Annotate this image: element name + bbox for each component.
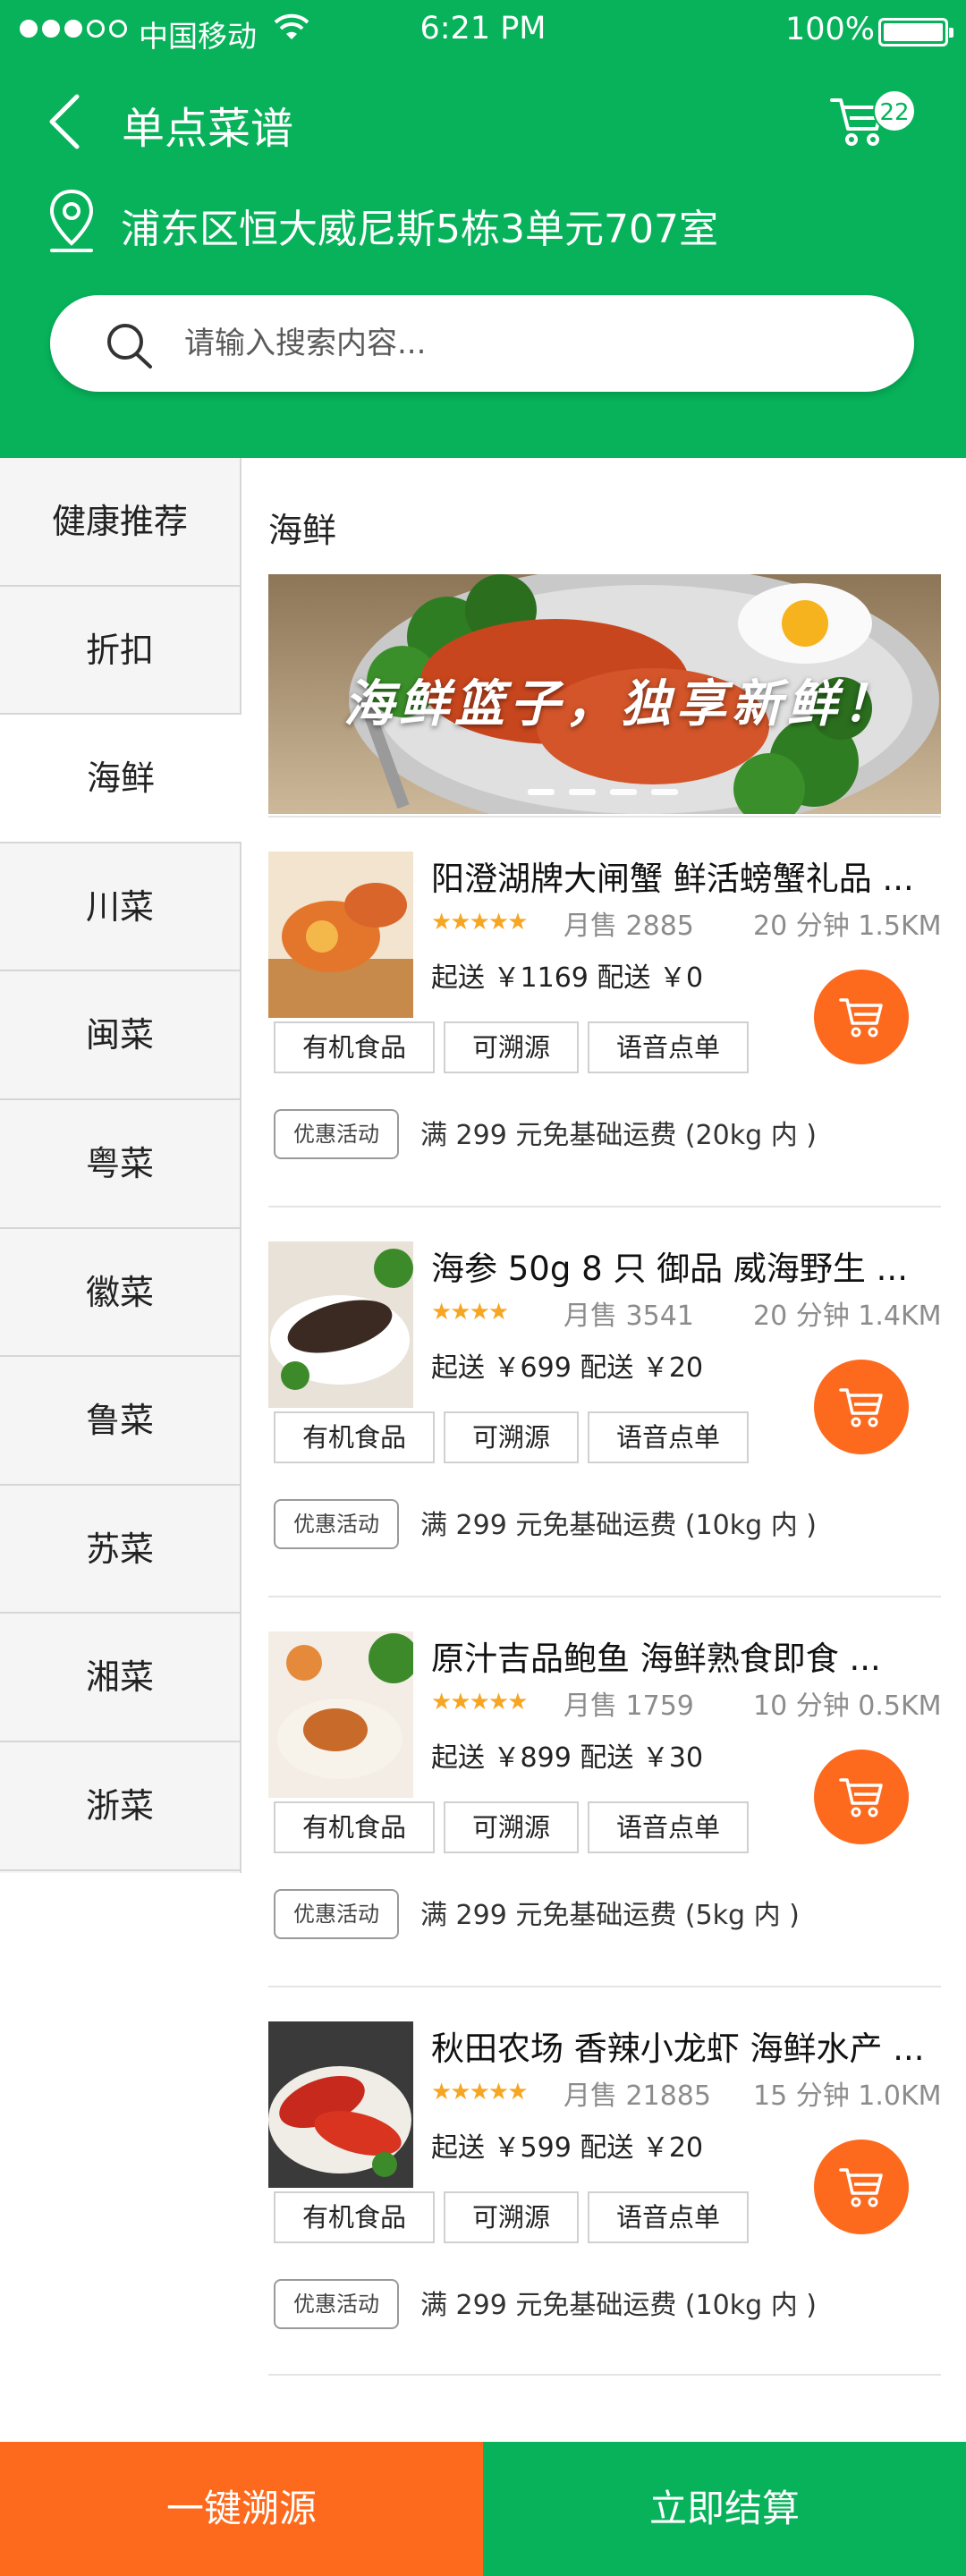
battery-percent: 100% <box>785 12 876 47</box>
monthly-sales: 月售 1759 <box>564 1690 694 1722</box>
tag-traceable: 可溯源 <box>444 2191 580 2243</box>
checkout-button[interactable]: 立即结算 <box>483 2442 966 2576</box>
cart-icon <box>839 1388 883 1428</box>
delivery-eta: 20 分钟 1.5KM <box>753 911 942 942</box>
carousel-dot <box>651 789 678 795</box>
promo-text: 满 299 元免基础运费 (5kg 内 ) <box>420 1900 800 1931</box>
delivery-eta: 20 分钟 1.4KM <box>753 1301 942 1332</box>
tag-voice-order: 语音点单 <box>588 1411 750 1463</box>
rating-stars: ★★★★★ <box>431 1689 529 1716</box>
promo-badge: 优惠活动 <box>274 2279 399 2329</box>
sidebar-item-徽菜[interactable]: 徽菜 <box>0 1229 240 1358</box>
product-card[interactable]: 原汁吉品鲍鱼 海鲜熟食即食 ... ★★★★★ 月售 1759 10 分钟 0.… <box>268 1596 942 1986</box>
banner-slogan: 海鲜篮子，独享新鲜！ <box>343 674 898 733</box>
tag-organic: 有机食品 <box>274 1801 436 1853</box>
sidebar-item-海鲜[interactable]: 海鲜 <box>0 715 242 843</box>
cart-count-badge[interactable]: 22 <box>873 89 916 132</box>
sidebar-item-粤菜[interactable]: 粤菜 <box>0 1100 240 1229</box>
product-name: 原汁吉品鲍鱼 海鲜熟食即食 ... <box>431 1640 881 1678</box>
delivery-eta: 10 分钟 0.5KM <box>753 1690 942 1722</box>
header: 中国移动 6:21 PM 100% 单点菜谱 22 浦东区恒大威尼斯5栋3单元7… <box>0 0 966 458</box>
page-title: 单点菜谱 <box>122 104 294 154</box>
price-info: 起送 ￥699 配送 ￥20 <box>431 1352 704 1384</box>
delivery-address[interactable]: 浦东区恒大威尼斯5栋3单元707室 <box>0 179 966 268</box>
product-tags: 有机食品 可溯源 语音点单 <box>274 1411 750 1463</box>
cart-icon <box>839 998 883 1038</box>
product-name: 阳澄湖牌大闸蟹 鲜活螃蟹礼品 ... <box>431 860 914 898</box>
carousel-indicator <box>528 789 678 795</box>
promo-badge: 优惠活动 <box>274 1889 399 1939</box>
search-bar[interactable] <box>50 295 914 392</box>
product-card[interactable]: 海参 50g 8 只 御品 威海野生 ... ★★★★ 月售 3541 20 分… <box>268 1206 942 1596</box>
product-name: 秋田农场 香辣小龙虾 海鲜水产 ... <box>431 2029 925 2068</box>
tag-organic: 有机食品 <box>274 1411 436 1463</box>
section-title: 海鲜 <box>268 511 337 550</box>
price-info: 起送 ￥1169 配送 ￥0 <box>431 962 704 994</box>
price-info: 起送 ￥899 配送 ￥30 <box>431 1742 704 1774</box>
delivery-eta: 15 分钟 1.0KM <box>753 2080 942 2112</box>
nav-bar: 单点菜谱 22 <box>0 72 966 170</box>
cart-icon <box>839 1778 883 1818</box>
tag-traceable: 可溯源 <box>444 1021 580 1073</box>
tag-organic: 有机食品 <box>274 2191 436 2243</box>
add-to-cart-button[interactable] <box>814 1750 909 1844</box>
address-text: 浦东区恒大威尼斯5栋3单元707室 <box>121 207 718 252</box>
tag-traceable: 可溯源 <box>444 1801 580 1853</box>
product-tags: 有机食品 可溯源 语音点单 <box>274 2191 750 2243</box>
trace-button[interactable]: 一键溯源 <box>0 2442 483 2576</box>
promo-banner[interactable]: 海鲜篮子，独享新鲜！ <box>268 574 941 814</box>
sidebar-item-折扣[interactable]: 折扣 <box>0 587 240 716</box>
product-card[interactable]: 秋田农场 香辣小龙虾 海鲜水产 ... ★★★★★ 月售 21885 15 分钟… <box>268 1986 942 2376</box>
add-to-cart-button[interactable] <box>814 1360 909 1454</box>
add-to-cart-button[interactable] <box>814 970 909 1064</box>
tag-voice-order: 语音点单 <box>588 2191 750 2243</box>
rating-stars: ★★★★★ <box>431 909 529 936</box>
promo-text: 满 299 元免基础运费 (10kg 内 ) <box>420 2290 817 2321</box>
search-icon <box>107 324 152 369</box>
product-image-crab <box>268 852 413 1018</box>
bottom-action-bar: 一键溯源 立即结算 <box>0 2442 966 2576</box>
product-list: 阳澄湖牌大闸蟹 鲜活螃蟹礼品 ... ★★★★★ 月售 2885 20 分钟 1… <box>268 816 942 2376</box>
rating-stars: ★★★★ <box>431 1299 509 1326</box>
tag-voice-order: 语音点单 <box>588 1021 750 1073</box>
product-image-crayfish <box>268 2021 413 2188</box>
promo-badge: 优惠活动 <box>274 1499 399 1549</box>
sidebar-item-川菜[interactable]: 川菜 <box>0 843 240 972</box>
carousel-dot <box>610 789 637 795</box>
sidebar-item-鲁菜[interactable]: 鲁菜 <box>0 1357 240 1486</box>
tag-organic: 有机食品 <box>274 1021 436 1073</box>
battery-level <box>884 23 943 41</box>
product-image-sea-cucumber <box>268 1241 413 1408</box>
sidebar-item-闽菜[interactable]: 闽菜 <box>0 971 240 1100</box>
product-image-abalone <box>268 1631 413 1798</box>
location-pin-icon <box>49 189 94 252</box>
sidebar-item-浙菜[interactable]: 浙菜 <box>0 1742 240 1871</box>
monthly-sales: 月售 3541 <box>564 1301 694 1332</box>
back-arrow-icon[interactable] <box>39 89 93 154</box>
product-name: 海参 50g 8 只 御品 威海野生 ... <box>431 1250 908 1288</box>
monthly-sales: 月售 2885 <box>564 911 694 942</box>
product-tags: 有机食品 可溯源 语音点单 <box>274 1801 750 1853</box>
product-tags: 有机食品 可溯源 语音点单 <box>274 1021 750 1073</box>
category-sidebar: 健康推荐 折扣 海鲜 川菜 闽菜 粤菜 徽菜 鲁菜 苏菜 湘菜 浙菜 <box>0 458 242 1873</box>
sidebar-item-苏菜[interactable]: 苏菜 <box>0 1486 240 1614</box>
rating-stars: ★★★★★ <box>431 2079 529 2106</box>
monthly-sales: 月售 21885 <box>564 2080 711 2112</box>
promo-text: 满 299 元免基础运费 (20kg 内 ) <box>420 1120 817 1151</box>
tag-voice-order: 语音点单 <box>588 1801 750 1853</box>
carousel-dot <box>569 789 596 795</box>
promo-badge: 优惠活动 <box>274 1109 399 1159</box>
product-card[interactable]: 阳澄湖牌大闸蟹 鲜活螃蟹礼品 ... ★★★★★ 月售 2885 20 分钟 1… <box>268 816 942 1206</box>
sidebar-item-健康推荐[interactable]: 健康推荐 <box>0 458 240 587</box>
price-info: 起送 ￥599 配送 ￥20 <box>431 2132 704 2164</box>
cart-icon <box>839 2168 883 2207</box>
status-bar: 中国移动 6:21 PM 100% <box>0 0 966 63</box>
promo-text: 满 299 元免基础运费 (10kg 内 ) <box>420 1510 817 1541</box>
tag-traceable: 可溯源 <box>444 1411 580 1463</box>
search-input[interactable] <box>184 295 864 392</box>
carousel-dot-active <box>528 789 555 795</box>
add-to-cart-button[interactable] <box>814 2140 909 2234</box>
battery-icon <box>878 18 953 47</box>
sidebar-item-湘菜[interactable]: 湘菜 <box>0 1614 240 1742</box>
